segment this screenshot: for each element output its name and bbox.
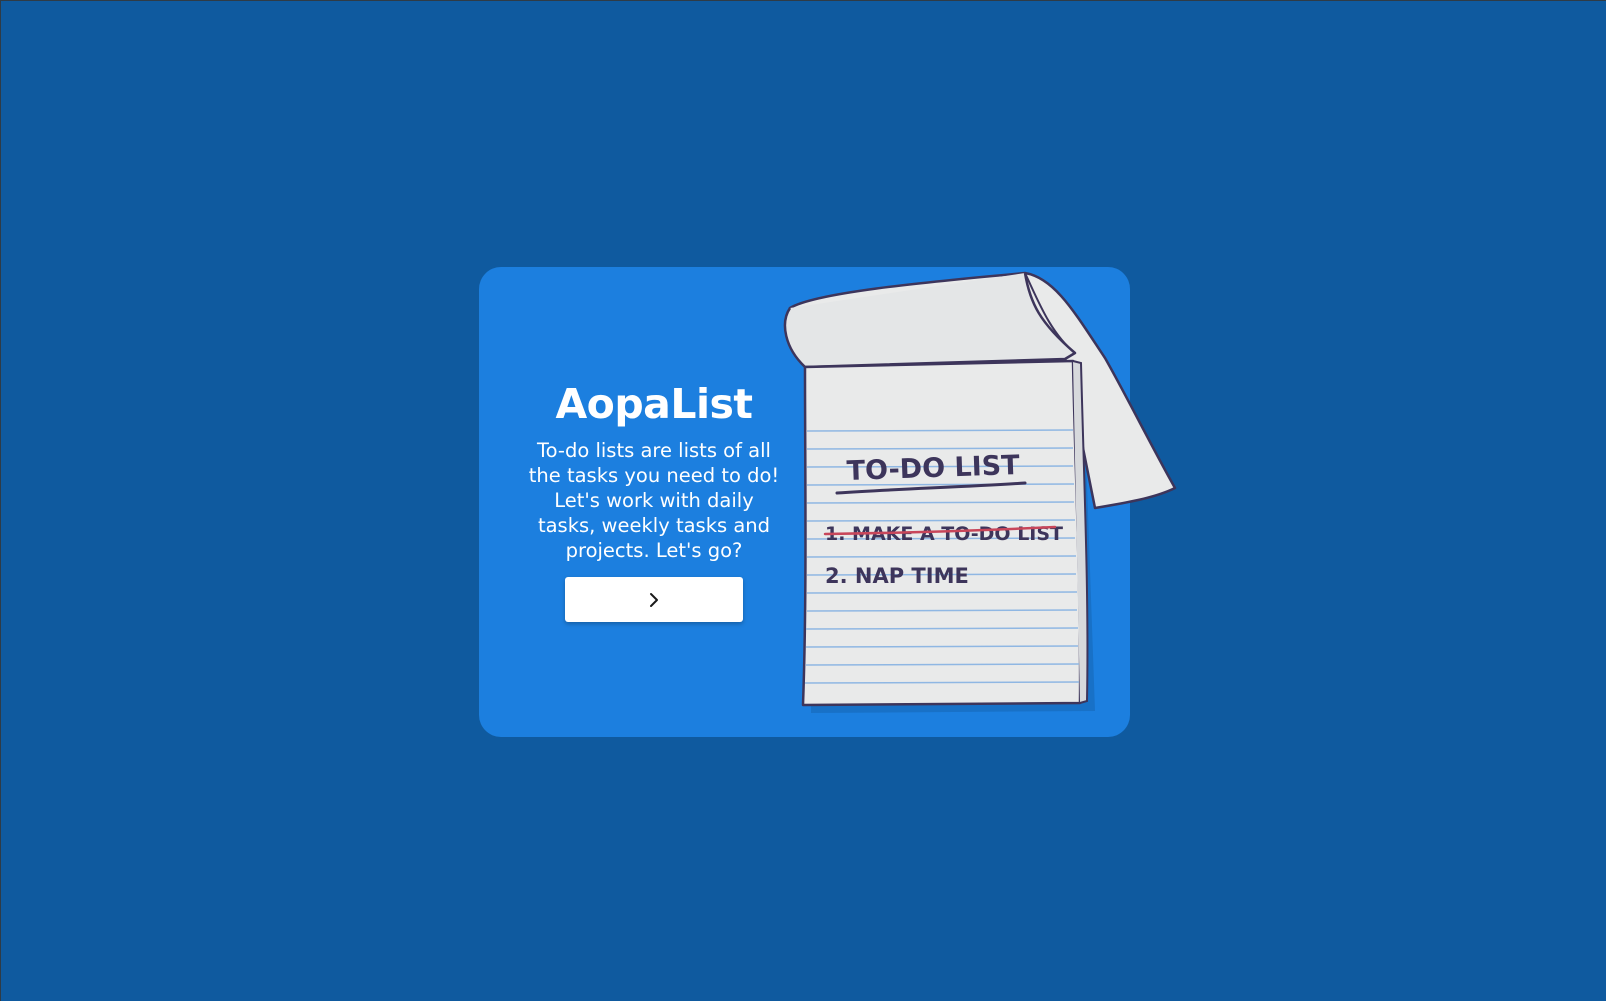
app-title: AopaList [555,380,753,428]
note-item-2: 2. NAP TIME [825,564,969,588]
welcome-card: AopaList To-do lists are lists of all th… [479,267,1177,737]
app-description: To-do lists are lists of all the tasks y… [528,439,780,562]
todo-notepad-illustration: TO-DO LIST 1. MAKE A TO-DO LIST 2. NAP T… [783,271,1177,713]
chevron-right-icon [650,592,658,607]
next-button[interactable] [565,577,743,622]
note-heading: TO-DO LIST [846,450,1021,487]
page-background: AopaList To-do lists are lists of all th… [0,0,1606,1001]
intro-section: AopaList To-do lists are lists of all th… [524,380,784,622]
